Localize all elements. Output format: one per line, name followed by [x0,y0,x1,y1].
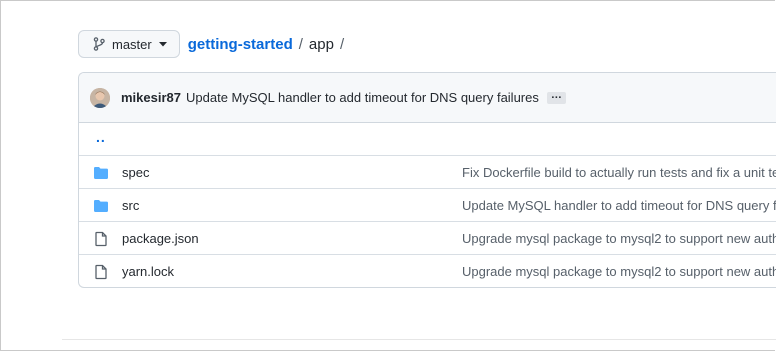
commit-message[interactable]: Update MySQL handler to add timeout for … [186,90,539,105]
branch-name: master [112,36,152,52]
file-name[interactable]: spec [122,165,149,180]
latest-commit-row: mikesir87 Update MySQL handler to add ti… [79,73,776,123]
file-row[interactable]: spec Fix Dockerfile build to actually ru… [79,156,776,189]
file-navigation: master getting-started / app / [78,29,350,59]
expand-commit-button[interactable]: … [546,89,566,104]
branch-select-button[interactable]: master [78,30,180,58]
file-row[interactable]: src Update MySQL handler to add timeout … [79,189,776,222]
breadcrumb-separator: / [339,35,345,53]
folder-icon [94,200,108,212]
file-list: mikesir87 Update MySQL handler to add ti… [78,72,776,288]
file-name[interactable]: yarn.lock [122,264,174,279]
commit-author[interactable]: mikesir87 [121,90,181,105]
parent-directory-row[interactable]: .. [79,123,776,156]
breadcrumb: getting-started / app / [188,36,350,53]
parent-directory-link[interactable]: .. [96,129,106,145]
git-branch-icon [93,37,105,51]
file-row[interactable]: package.json Upgrade mysql package to my… [79,222,776,255]
breadcrumb-repo-link[interactable]: getting-started [188,36,293,53]
divider [62,339,776,340]
avatar-image [90,87,110,108]
file-icon [95,264,107,280]
file-icon [95,231,107,247]
avatar[interactable] [90,87,110,108]
file-commit-message[interactable]: Upgrade mysql package to mysql2 to suppo… [462,231,776,246]
breadcrumb-separator: / [298,35,303,53]
file-commit-message[interactable]: Update MySQL handler to add timeout for … [462,198,776,213]
file-commit-message[interactable]: Fix Dockerfile build to actually run tes… [462,165,776,180]
folder-icon [94,167,108,179]
file-name[interactable]: src [122,198,139,213]
file-commit-message[interactable]: Upgrade mysql package to mysql2 to suppo… [462,264,776,279]
caret-down-icon [158,41,167,46]
file-row[interactable]: yarn.lock Upgrade mysql package to mysql… [79,255,776,287]
file-name[interactable]: package.json [122,231,199,246]
breadcrumb-current-dir: app [308,35,334,53]
